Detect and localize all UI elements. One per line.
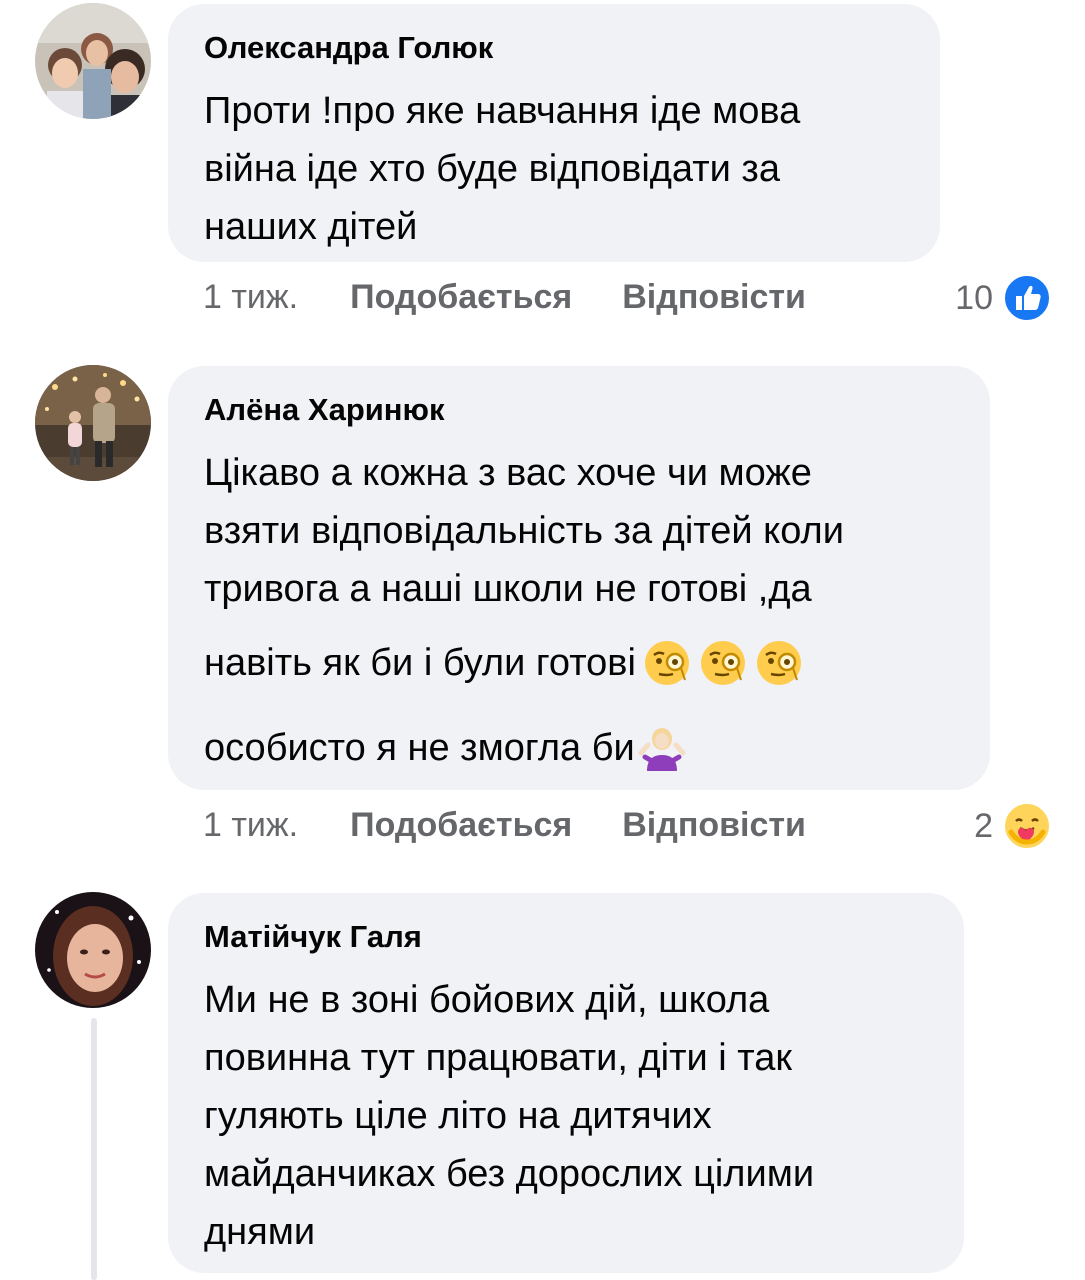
avatar[interactable] [35,365,151,481]
like-button[interactable]: Подобається [350,806,572,845]
comment-actions: 1 тиж. Подобається Відповісти [203,806,806,845]
comment-bubble: Алёна Харинюк Цікаво а кожна з вас хоче … [168,366,990,790]
care-icon [1003,802,1051,850]
comment-bubble: Олександра Голюк Проти !про яке навчання… [168,4,940,262]
like-icon [1003,274,1051,322]
comment-actions: 1 тиж. Подобається Відповісти [203,278,806,317]
comment-text-fragment: навіть як би і були готові [204,642,636,684]
reaction-count: 10 [955,278,993,317]
reply-thread-line [91,1018,97,1280]
comment-text: Проти !про яке навчання іде мова війна і… [204,90,801,248]
person-shrugging-icon [638,728,686,771]
reaction-summary[interactable]: 2 [974,802,1051,850]
comment-text: Ми не в зоні бойових дій, школа повинна … [204,979,815,1253]
face-with-monocle-icon [700,641,745,685]
comment-text-line: особисто я не змогла би [204,708,954,788]
comment-author[interactable]: Алёна Харинюк [204,390,954,430]
reaction-summary[interactable]: 10 [955,274,1051,322]
comment-author[interactable]: Олександра Голюк [204,28,904,68]
like-button[interactable]: Подобається [350,278,572,317]
comment-text: Цікаво а кожна з вас хоче чи може взяти … [204,452,844,610]
reaction-count: 2 [974,806,993,845]
avatar[interactable] [35,3,151,119]
face-with-monocle-icon [756,641,801,685]
comment-time[interactable]: 1 тиж. [203,806,298,845]
comment-bubble: Матійчук Галя Ми не в зоні бойових дій, … [168,893,964,1273]
avatar[interactable] [35,892,151,1008]
comment-text-line: навіть як би і були готові [204,618,954,708]
comment-author[interactable]: Матійчук Галя [204,917,928,957]
face-with-monocle-icon [644,641,689,685]
comment-text-fragment: особисто я не змогла би [204,727,635,769]
reply-button[interactable]: Відповісти [622,278,806,317]
comment-time[interactable]: 1 тиж. [203,278,298,317]
reply-button[interactable]: Відповісти [622,806,806,845]
